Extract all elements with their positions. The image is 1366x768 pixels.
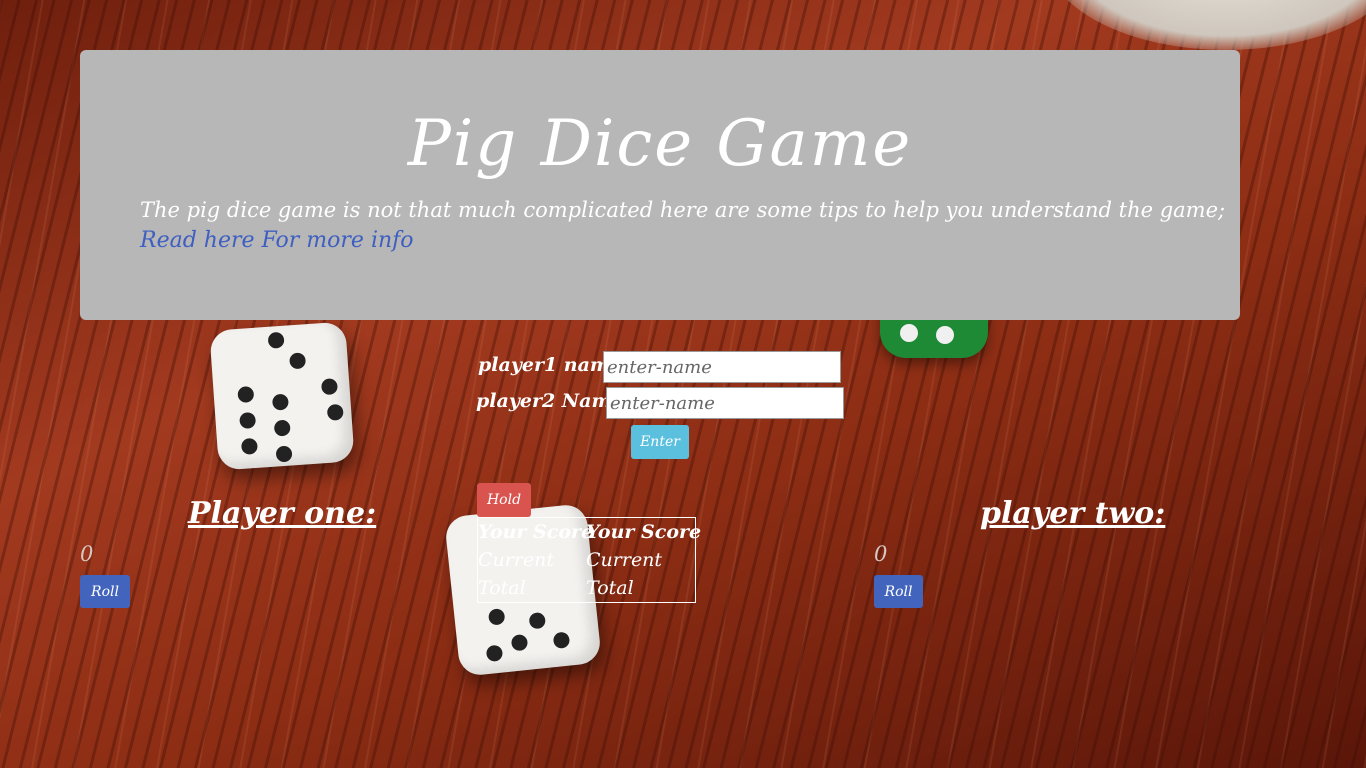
player-one-score: 0	[80, 542, 94, 566]
player2-name-input[interactable]	[606, 387, 844, 419]
page-title: Pig Dice Game	[407, 107, 913, 181]
game-description: The pig dice game is not that much compl…	[140, 198, 1226, 222]
plate-decoration	[1046, 0, 1366, 50]
player2-name-label: player2 Name	[476, 390, 624, 412]
enter-button[interactable]: Enter	[631, 425, 689, 459]
hold-button[interactable]: Hold	[477, 483, 531, 517]
header-banner	[80, 50, 1240, 320]
total-score-label: Total	[478, 577, 526, 599]
player-two-heading: player two:	[980, 496, 1166, 531]
current-score-label: Current	[586, 549, 663, 571]
player1-name-input[interactable]	[603, 351, 841, 383]
scoreboard-column: Your Score Current Total	[478, 518, 594, 602]
score-header: Your Score	[586, 521, 702, 543]
more-info-link[interactable]: Read here For more info	[140, 228, 414, 253]
score-header: Your Score	[478, 521, 594, 543]
total-score-label: Total	[586, 577, 634, 599]
player-two-roll-button[interactable]: Roll	[874, 575, 923, 608]
dice-icon	[209, 321, 355, 471]
player-one-roll-button[interactable]: Roll	[80, 575, 130, 608]
scoreboard-table: Your Score Current Total Your Score Curr…	[477, 517, 702, 603]
player-two-score: 0	[874, 542, 888, 566]
current-score-label: Current	[478, 549, 555, 571]
scoreboard-column: Your Score Current Total	[586, 518, 702, 602]
player1-name-label: player1 name	[478, 354, 623, 376]
player-one-heading: Player one:	[188, 496, 377, 531]
